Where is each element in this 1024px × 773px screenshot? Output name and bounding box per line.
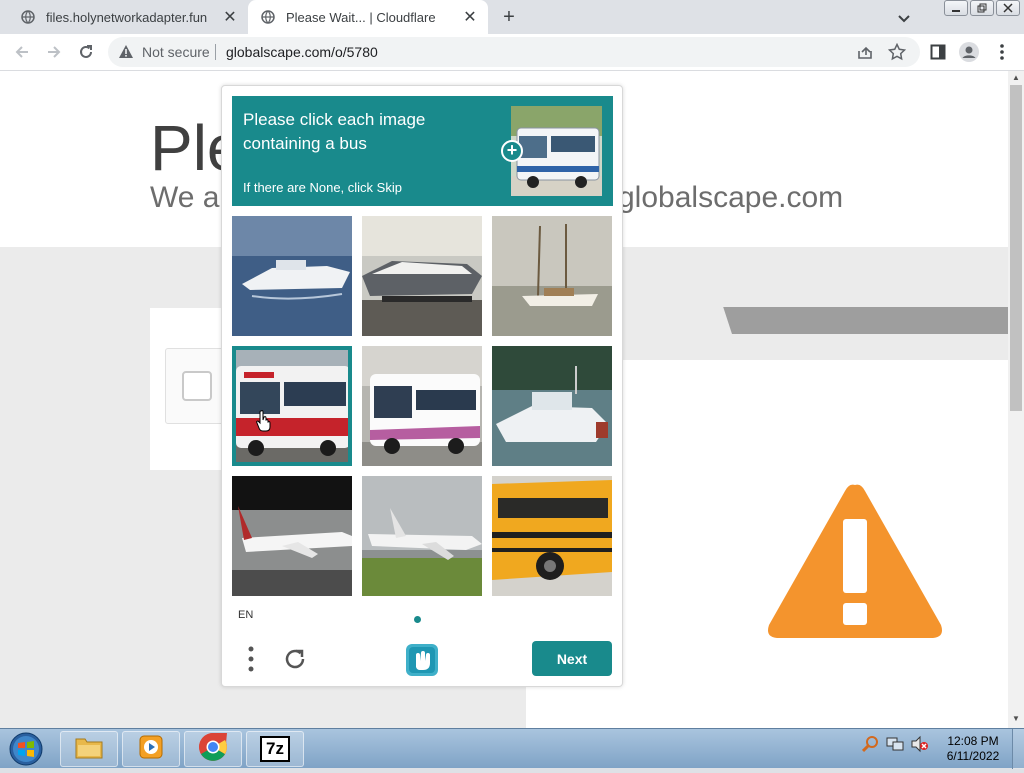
challenge-image-grid (232, 216, 613, 597)
profile-avatar-icon[interactable] (959, 42, 979, 62)
challenge-checkbox[interactable] (182, 371, 212, 401)
tab-title: Please Wait... | Cloudflare (286, 9, 436, 25)
system-tray (861, 735, 928, 758)
grid-tile-6[interactable] (492, 346, 612, 466)
pagination-dot (414, 616, 421, 623)
warning-icon (765, 479, 945, 644)
refresh-challenge-icon[interactable] (282, 646, 308, 672)
minimize-button[interactable] (944, 0, 968, 16)
7zip-icon: 7z (260, 736, 290, 762)
challenge-prompt: Please click each image containing a bus (243, 110, 426, 153)
challenge-header: Please click each image containing a bus… (232, 96, 613, 206)
grid-tile-3[interactable] (492, 216, 612, 336)
system-clock[interactable]: 12:08 PM 6/11/2022 (938, 734, 1008, 764)
not-secure-label[interactable]: Not secure (142, 44, 210, 60)
page-subheading-domain: globalscape.com (618, 181, 844, 214)
language-selector[interactable]: EN (238, 609, 253, 621)
grid-tile-7[interactable] (232, 476, 352, 596)
reload-icon[interactable] (76, 42, 96, 62)
grid-tile-4-selected[interactable] (232, 346, 352, 466)
grid-tile-8[interactable] (362, 476, 482, 596)
new-tab-button[interactable]: + (498, 6, 520, 28)
warning-triangle-icon[interactable] (118, 44, 134, 65)
taskbar-file-explorer[interactable] (60, 731, 118, 767)
tab-strip: files.holynetworkadapter.fun ✕ Please Wa… (0, 0, 1024, 34)
tab-close-icon[interactable]: ✕ (220, 7, 240, 27)
taskbar-chrome[interactable] (184, 731, 242, 767)
volume-muted-icon[interactable] (910, 735, 928, 758)
taskbar-media-player[interactable] (122, 731, 180, 767)
browser-toolbar: Not secure globalscape.com/o/5780 (0, 34, 1024, 71)
media-player-icon (137, 733, 165, 766)
clock-date: 6/11/2022 (946, 749, 1000, 763)
tab-title: files.holynetworkadapter.fun (46, 9, 208, 25)
restore-button[interactable] (970, 0, 994, 16)
divider (215, 44, 216, 60)
folder-icon (74, 734, 104, 765)
zoom-plus-icon[interactable]: + (501, 140, 523, 162)
forward-arrow-icon[interactable] (44, 42, 64, 62)
windows-taskbar: 7z 12:08 PM 6/11/2022 (0, 728, 1024, 769)
globe-icon (20, 9, 36, 25)
tab-close-icon[interactable]: ✕ (460, 7, 480, 27)
page-subheading: We ar (150, 181, 230, 214)
window-controls (944, 0, 1020, 16)
tab-search-chevron-icon[interactable] (894, 8, 914, 28)
show-desktop-button[interactable] (1012, 729, 1024, 769)
hcaptcha-challenge: Please click each image containing a bus… (221, 85, 623, 687)
scroll-down-arrow-icon[interactable]: ▼ (1012, 714, 1020, 723)
search-magnifier-icon[interactable] (861, 735, 880, 758)
grid-tile-2[interactable] (362, 216, 482, 336)
example-image-bus[interactable] (511, 106, 602, 196)
more-options-icon[interactable] (246, 646, 256, 672)
challenge-checkbox-container (165, 348, 225, 424)
grid-tile-9[interactable] (492, 476, 612, 596)
tab-files-holynetworkadapter[interactable]: files.holynetworkadapter.fun ✕ (8, 0, 248, 34)
chrome-icon (198, 732, 228, 767)
skip-hint: If there are None, click Skip (243, 180, 402, 195)
network-icon[interactable] (886, 735, 904, 758)
scroll-up-arrow-icon[interactable]: ▲ (1012, 73, 1020, 82)
hcaptcha-logo-icon (405, 643, 439, 677)
clock-time: 12:08 PM (947, 734, 999, 748)
hand-cursor-icon (256, 410, 272, 437)
decorative-bar-notch (622, 307, 732, 334)
share-icon[interactable] (856, 43, 874, 61)
scrollbar-thumb[interactable] (1010, 85, 1022, 411)
grid-tile-5[interactable] (362, 346, 482, 466)
page-scrollbar[interactable]: ▲ ▼ (1008, 71, 1024, 728)
bookmark-star-icon[interactable] (887, 42, 907, 61)
globe-icon (260, 9, 276, 25)
url-text[interactable]: globalscape.com/o/5780 (226, 44, 378, 60)
back-arrow-icon[interactable] (12, 42, 32, 62)
tab-please-wait-cloudflare[interactable]: Please Wait... | Cloudflare ✕ (248, 0, 488, 34)
grid-tile-1[interactable] (232, 216, 352, 336)
close-window-button[interactable] (996, 0, 1020, 16)
start-button[interactable] (4, 730, 48, 768)
address-bar[interactable]: Not secure globalscape.com/o/5780 (108, 37, 920, 67)
next-button[interactable]: Next (532, 641, 612, 676)
kebab-menu-icon[interactable] (992, 42, 1012, 62)
side-panel-icon[interactable] (928, 42, 948, 62)
taskbar-7zip[interactable]: 7z (246, 731, 304, 767)
